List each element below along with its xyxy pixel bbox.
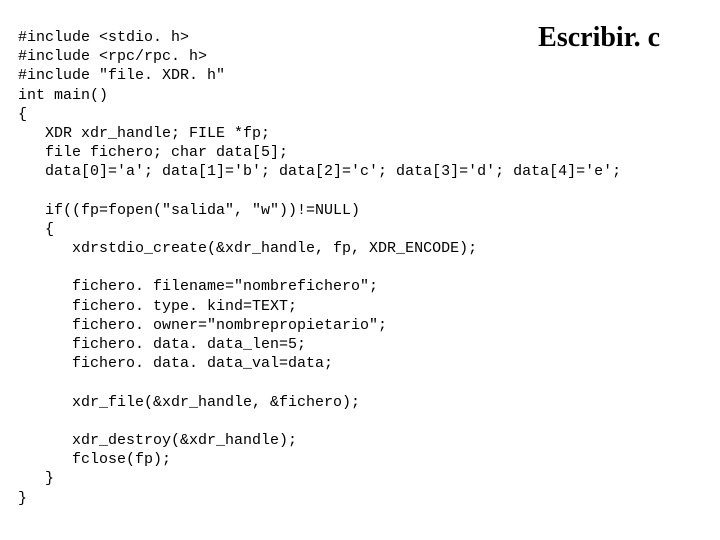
code-block: #include <stdio. h> #include <rpc/rpc. h… bbox=[18, 28, 702, 508]
slide-title: Escribir. c bbox=[538, 22, 660, 54]
slide-container: Escribir. c #include <stdio. h> #include… bbox=[0, 0, 720, 526]
